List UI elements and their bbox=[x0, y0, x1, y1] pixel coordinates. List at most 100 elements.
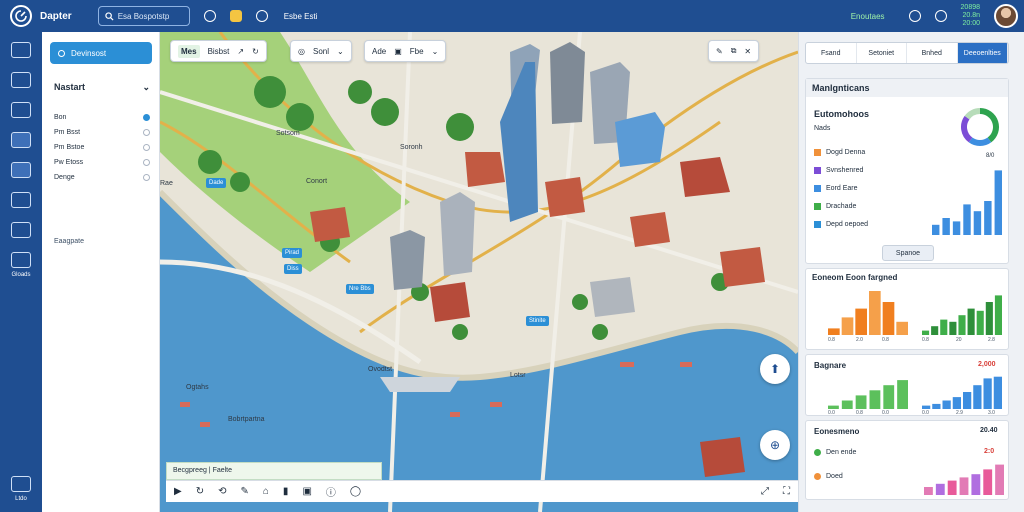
search-box[interactable] bbox=[97, 6, 190, 26]
profile-icon[interactable] bbox=[11, 476, 31, 492]
compass-icon[interactable] bbox=[11, 192, 31, 208]
apps-icon[interactable] bbox=[11, 132, 31, 148]
map-pin[interactable]: Nre Bbs bbox=[346, 284, 374, 294]
bar bbox=[984, 201, 992, 235]
map-label: Ogtahs bbox=[186, 384, 209, 391]
expand-icon[interactable]: ⤢ bbox=[761, 486, 769, 497]
left-rail: Gloads Ltdo bbox=[0, 32, 42, 512]
legend-swatch bbox=[814, 148, 821, 156]
bar bbox=[947, 480, 957, 495]
legend-item[interactable]: Svnshenred bbox=[814, 161, 868, 179]
tab[interactable]: Setoniet bbox=[857, 43, 907, 63]
search-icon[interactable] bbox=[11, 102, 31, 118]
user-icon[interactable] bbox=[908, 10, 921, 22]
legend-label: Eord Eare bbox=[826, 184, 858, 192]
refresh-icon[interactable]: ↻ bbox=[252, 47, 259, 56]
header-stats: 20898 20.8n 20:00 bbox=[960, 4, 980, 27]
panel-title: Bagnare bbox=[814, 361, 847, 370]
compass-icon[interactable]: ⬆ bbox=[760, 354, 790, 384]
clock-icon[interactable] bbox=[11, 252, 31, 268]
tab[interactable]: Bnhed bbox=[907, 43, 958, 63]
badge-icon[interactable] bbox=[229, 10, 242, 22]
search-icon bbox=[105, 11, 114, 21]
panel-subtitle: Eutomohoos bbox=[814, 109, 869, 119]
header-links[interactable]: Esbe Esti bbox=[284, 12, 318, 21]
home-icon[interactable] bbox=[11, 42, 31, 58]
panel-value: 20.40 bbox=[980, 427, 998, 434]
map-canvas[interactable] bbox=[160, 32, 798, 512]
bar bbox=[922, 330, 930, 335]
grid-icon[interactable] bbox=[11, 222, 31, 238]
shield-icon[interactable] bbox=[255, 10, 268, 22]
legend-label: Depd oepoed bbox=[826, 220, 869, 228]
ruler-icon[interactable]: ▮ bbox=[283, 486, 289, 497]
legend-item[interactable]: Depd oepoed bbox=[814, 215, 868, 233]
app-name: Dapter bbox=[40, 10, 72, 22]
bar bbox=[983, 469, 993, 495]
bar bbox=[952, 221, 961, 235]
globe-icon[interactable] bbox=[11, 162, 31, 178]
play-icon[interactable]: ▶ bbox=[174, 486, 182, 497]
radio-icon bbox=[143, 114, 150, 121]
settings-icon[interactable] bbox=[934, 10, 947, 22]
bar bbox=[869, 291, 881, 335]
sidebar-item[interactable]: Bon bbox=[54, 110, 150, 125]
notification-icon[interactable] bbox=[203, 10, 216, 22]
map-pin[interactable]: Dade bbox=[206, 178, 227, 188]
map-toolbar-title[interactable]: Mes Bisbst ↗ ↻ bbox=[170, 40, 267, 62]
fullscreen-icon[interactable]: ⛶ bbox=[783, 486, 790, 497]
app-logo-icon[interactable] bbox=[10, 5, 32, 27]
sidebar-item[interactable]: Pm Bsst bbox=[54, 125, 150, 140]
arrow-icon[interactable]: ↗ bbox=[237, 47, 244, 56]
panel-tabs: Fsand Setoniet Bnhed Deeoenlties bbox=[805, 42, 1009, 64]
axis-tick-label: 2.0 bbox=[856, 337, 863, 343]
image-icon[interactable]: ▣ bbox=[302, 486, 311, 497]
legend-item[interactable]: Drachade bbox=[814, 197, 868, 215]
tab-active[interactable]: Deeoenlties bbox=[957, 43, 1008, 63]
map-pin[interactable]: Pirad bbox=[282, 248, 303, 258]
sidebar-item[interactable]: Denge bbox=[54, 170, 150, 185]
radio-icon bbox=[143, 144, 150, 151]
chevron-down-icon: ⌄ bbox=[431, 46, 439, 56]
top-bar: Dapter Esbe Esti Enoutaes 20898 20.8n 20… bbox=[0, 0, 1024, 32]
legend-item[interactable]: Eord Eare bbox=[814, 179, 868, 197]
bar bbox=[897, 380, 908, 409]
donut-slice bbox=[961, 115, 973, 143]
legend-label: Svnshenred bbox=[826, 166, 864, 174]
search-input[interactable] bbox=[117, 11, 180, 21]
map-toolbar-group[interactable]: Ade ▣ Fbe ⌄ bbox=[364, 40, 447, 62]
primary-action-button[interactable]: Devinsost bbox=[50, 42, 152, 64]
add-icon bbox=[58, 49, 65, 57]
pen-icon[interactable]: ✎ bbox=[240, 486, 248, 497]
info-icon[interactable]: ⓘ bbox=[326, 484, 336, 499]
bar bbox=[882, 302, 895, 335]
refresh-icon[interactable]: ↻ bbox=[196, 486, 204, 497]
sidebar-item[interactable]: Pw Etoss bbox=[54, 155, 150, 170]
bar bbox=[971, 474, 981, 495]
locate-icon[interactable]: ⊕ bbox=[760, 430, 790, 460]
lock-icon[interactable]: ⌂ bbox=[263, 486, 269, 497]
avatar[interactable] bbox=[994, 4, 1018, 28]
bar bbox=[828, 328, 840, 335]
panel-title: Eoneom Eoon fargned bbox=[812, 273, 898, 282]
map-view[interactable]: Mes Bisbst ↗ ↻ ◎ Sonl ⌄ Ade ▣ Fbe ⌄ ✎ ⧉ ✕ Sotso… bbox=[160, 32, 798, 512]
sidebar-section-header[interactable]: Nastart ⌄ bbox=[54, 82, 150, 93]
map-pin[interactable]: Diss bbox=[284, 264, 302, 274]
bar bbox=[973, 211, 982, 235]
bar-chart-green bbox=[828, 380, 908, 409]
sidebar-item[interactable]: Pm Bstoe bbox=[54, 140, 150, 155]
bar bbox=[935, 483, 945, 495]
rotate-icon[interactable]: ⟲ bbox=[218, 486, 226, 497]
bar bbox=[855, 308, 867, 335]
layers-icon[interactable] bbox=[11, 72, 31, 88]
map-toolbar-group[interactable]: ◎ Sonl ⌄ bbox=[290, 40, 352, 62]
circle-icon[interactable]: ◯ bbox=[350, 486, 361, 497]
tab[interactable]: Fsand bbox=[806, 43, 857, 63]
copy-icon: ⧉ bbox=[730, 46, 737, 55]
map-view-toggle[interactable]: ✎ ⧉ ✕ bbox=[708, 40, 760, 62]
panel-button[interactable]: Spanoe bbox=[882, 245, 934, 261]
map-status-bar: Becgpreeg | Faelte bbox=[166, 462, 382, 480]
map-pin[interactable]: Stinite bbox=[526, 316, 549, 326]
edit-icon: ✎ bbox=[716, 46, 723, 56]
legend-item[interactable]: Dogd Denna bbox=[814, 143, 868, 161]
